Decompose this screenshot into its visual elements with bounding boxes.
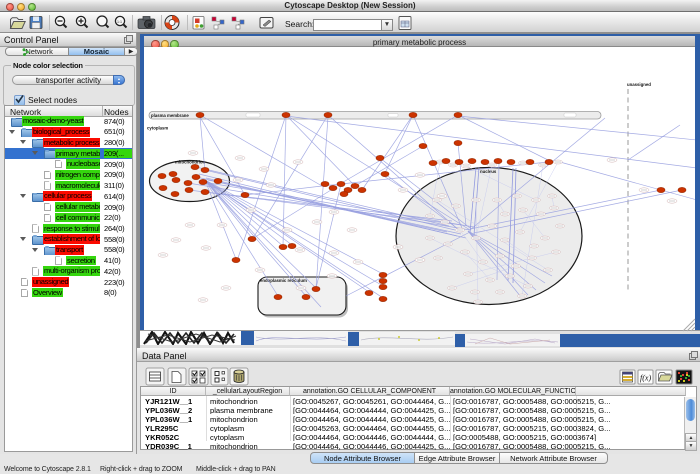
svg-text:plasma membrane: plasma membrane — [151, 113, 189, 118]
svg-text:1:1: 1:1 — [117, 20, 122, 24]
svg-text:cytoplasm: cytoplasm — [147, 126, 168, 131]
svg-text:f(x): f(x) — [640, 374, 651, 383]
svg-text:nucleus: nucleus — [480, 169, 497, 174]
svg-text:mitochondrion: mitochondrion — [175, 160, 205, 165]
svg-text:unassigned: unassigned — [627, 82, 651, 87]
